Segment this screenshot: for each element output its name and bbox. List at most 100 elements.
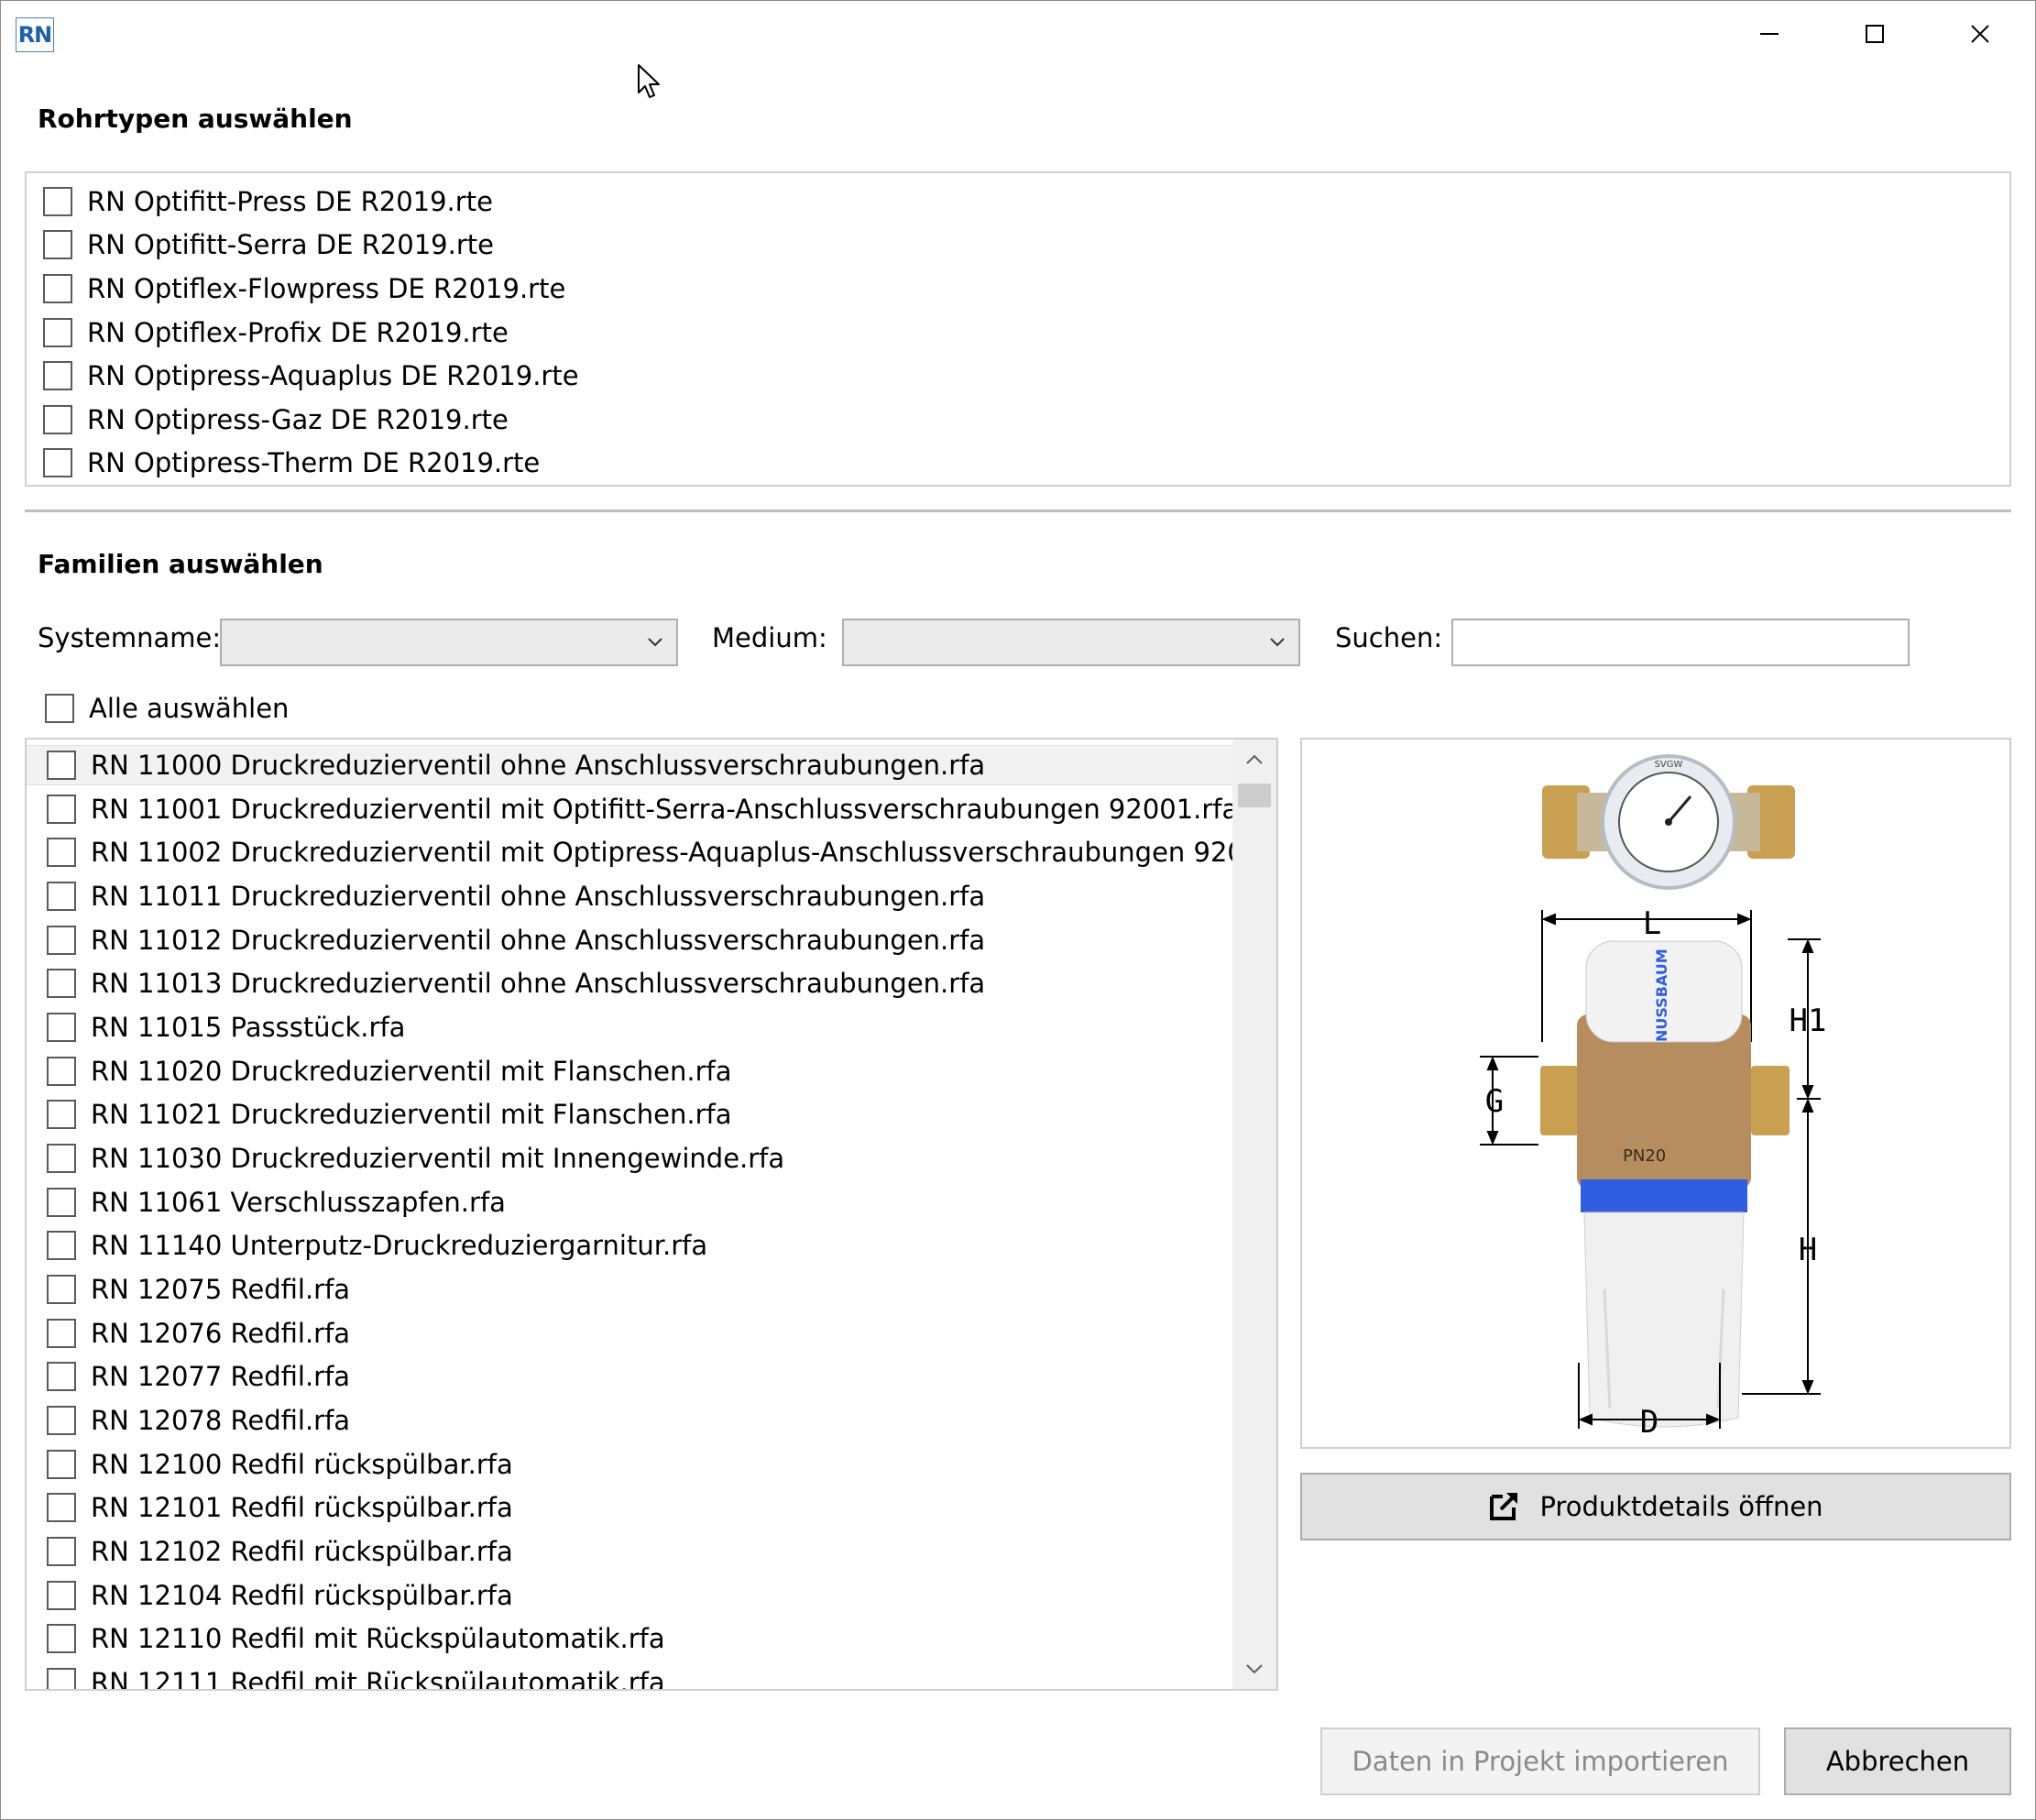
- select-all-label: Alle auswählen: [89, 693, 290, 724]
- family-list-item[interactable]: RN 11015 Passstück.rfa: [27, 1007, 1232, 1047]
- dimension-G-label: G: [1485, 1083, 1504, 1120]
- gauge-brand-text: SVGW: [1655, 760, 1683, 770]
- checkbox[interactable]: [47, 1275, 76, 1304]
- family-list-item[interactable]: RN 12110 Redfil mit Rückspülautomatik.rf…: [27, 1618, 1232, 1659]
- family-list-item[interactable]: RN 11013 Druckreduzierventil ohne Anschl…: [27, 963, 1232, 1003]
- minimize-button[interactable]: [1724, 5, 1815, 63]
- pipe-type-item[interactable]: RN Optifitt-Serra DE R2019.rte: [43, 225, 494, 264]
- systemname-label: Systemname:: [38, 622, 222, 653]
- checkbox[interactable]: [43, 318, 72, 347]
- family-list-item[interactable]: RN 11011 Druckreduzierventil ohne Anschl…: [27, 876, 1232, 916]
- checkbox[interactable]: [47, 1406, 76, 1435]
- family-list-item[interactable]: RN 11002 Druckreduzierventil mit Optipre…: [27, 832, 1232, 872]
- pipe-type-label: RN Optifitt-Serra DE R2019.rte: [87, 229, 494, 260]
- checkbox[interactable]: [47, 751, 76, 780]
- scroll-down-button[interactable]: [1232, 1649, 1276, 1689]
- checkbox[interactable]: [47, 1231, 76, 1260]
- family-list-item[interactable]: RN 11001 Druckreduzierventil mit Optifit…: [27, 789, 1232, 829]
- family-label: RN 12110 Redfil mit Rückspülautomatik.rf…: [91, 1623, 665, 1654]
- checkbox[interactable]: [47, 1188, 76, 1217]
- scroll-thumb[interactable]: [1238, 784, 1271, 807]
- search-label: Suchen:: [1335, 622, 1443, 653]
- family-label: RN 12101 Redfil rückspülbar.rfa: [91, 1492, 513, 1523]
- product-preview: SVGW L NUSSBAUM PN20 H1 G H D: [1300, 738, 2011, 1449]
- checkbox[interactable]: [47, 1537, 76, 1566]
- checkbox[interactable]: [43, 274, 72, 303]
- pipe-type-item[interactable]: RN Optiflex-Profix DE R2019.rte: [43, 313, 509, 352]
- pipe-type-item[interactable]: RN Optipress-Gaz DE R2019.rte: [43, 400, 509, 439]
- family-list-item[interactable]: RN 11140 Unterputz-Druckreduziergarnitur…: [27, 1225, 1232, 1266]
- family-list-item[interactable]: RN 12101 Redfil rückspülbar.rfa: [27, 1487, 1232, 1528]
- medium-label: Medium:: [712, 622, 827, 653]
- family-list-item[interactable]: RN 12102 Redfil rückspülbar.rfa: [27, 1531, 1232, 1572]
- vertical-scrollbar[interactable]: [1232, 740, 1276, 1689]
- checkbox[interactable]: [47, 926, 76, 955]
- family-list[interactable]: RN 11000 Druckreduzierventil ohne Anschl…: [25, 738, 1278, 1691]
- product-image: SVGW L NUSSBAUM PN20 H1 G H D: [1480, 754, 1827, 1441]
- product-details-label: Produktdetails öffnen: [1539, 1491, 1823, 1522]
- chevron-down-icon: [1246, 1664, 1263, 1674]
- maximize-button[interactable]: [1829, 5, 1921, 63]
- checkbox[interactable]: [47, 1057, 76, 1086]
- pipe-types-list: RN Optifitt-Press DE R2019.rte RN Optifi…: [25, 171, 2011, 487]
- checkbox[interactable]: [47, 1624, 76, 1653]
- cancel-button[interactable]: Abbrechen: [1784, 1727, 2011, 1795]
- family-list-item[interactable]: RN 11061 Verschlusszapfen.rfa: [27, 1182, 1232, 1222]
- checkbox[interactable]: [47, 1319, 76, 1348]
- checkbox[interactable]: [47, 1362, 76, 1391]
- pipe-type-item[interactable]: RN Optipress-Aquaplus DE R2019.rte: [43, 356, 579, 395]
- checkbox[interactable]: [43, 361, 72, 390]
- family-list-item[interactable]: RN 12100 Redfil rückspülbar.rfa: [27, 1444, 1232, 1485]
- pipe-type-label: RN Optipress-Therm DE R2019.rte: [87, 447, 541, 478]
- checkbox[interactable]: [43, 405, 72, 434]
- open-external-icon: [1490, 1493, 1518, 1520]
- checkbox[interactable]: [47, 1144, 76, 1173]
- product-details-button[interactable]: Produktdetails öffnen: [1300, 1473, 2011, 1540]
- family-list-item[interactable]: RN 12076 Redfil.rfa: [27, 1313, 1232, 1354]
- family-label: RN 11011 Druckreduzierventil ohne Anschl…: [91, 881, 986, 912]
- family-list-item[interactable]: RN 11021 Druckreduzierventil mit Flansch…: [27, 1094, 1232, 1135]
- dimension-H1-label: H1: [1790, 1003, 1827, 1039]
- brand-text: NUSSBAUM: [1653, 948, 1670, 1042]
- title-bar: RN: [1, 1, 2035, 65]
- family-list-item[interactable]: RN 12078 Redfil.rfa: [27, 1400, 1232, 1441]
- checkbox[interactable]: [47, 1668, 76, 1689]
- checkbox[interactable]: [47, 795, 76, 824]
- family-list-item[interactable]: RN 11020 Druckreduzierventil mit Flansch…: [27, 1051, 1232, 1091]
- family-label: RN 11001 Druckreduzierventil mit Optifit…: [91, 794, 1232, 825]
- family-list-viewport: RN 11000 Druckreduzierventil ohne Anschl…: [27, 740, 1232, 1689]
- select-all-checkbox-row[interactable]: Alle auswählen: [45, 689, 289, 728]
- medium-dropdown[interactable]: [842, 619, 1300, 666]
- checkbox[interactable]: [47, 969, 76, 998]
- pipe-type-item[interactable]: RN Optipress-Therm DE R2019.rte: [43, 444, 540, 482]
- pipe-type-item[interactable]: RN Optiflex-Flowpress DE R2019.rte: [43, 269, 565, 308]
- checkbox[interactable]: [43, 187, 72, 216]
- family-list-item[interactable]: RN 12075 Redfil.rfa: [27, 1269, 1232, 1310]
- systemname-dropdown[interactable]: [220, 619, 678, 666]
- checkbox[interactable]: [47, 1581, 76, 1610]
- filter-body: NUSSBAUM PN20: [1540, 940, 1790, 1428]
- family-list-item[interactable]: RN 11030 Druckreduzierventil mit Innenge…: [27, 1138, 1232, 1179]
- family-list-item[interactable]: RN 12077 Redfil.rfa: [27, 1356, 1232, 1397]
- pipe-type-label: RN Optifitt-Press DE R2019.rte: [87, 186, 493, 217]
- family-list-item[interactable]: RN 11012 Druckreduzierventil ohne Anschl…: [27, 920, 1232, 960]
- checkbox[interactable]: [47, 1013, 76, 1042]
- scroll-up-button[interactable]: [1232, 740, 1276, 780]
- checkbox[interactable]: [47, 1100, 76, 1129]
- checkbox[interactable]: [43, 230, 72, 259]
- close-button[interactable]: [1934, 5, 2026, 63]
- family-label: RN 11020 Druckreduzierventil mit Flansch…: [91, 1056, 732, 1087]
- select-all-checkbox[interactable]: [45, 694, 74, 723]
- checkbox[interactable]: [47, 882, 76, 911]
- checkbox[interactable]: [43, 448, 72, 477]
- family-label: RN 12102 Redfil rückspülbar.rfa: [91, 1536, 513, 1567]
- import-data-button[interactable]: Daten in Projekt importieren: [1320, 1727, 1760, 1795]
- family-list-item[interactable]: RN 11000 Druckreduzierventil ohne Anschl…: [27, 745, 1232, 785]
- family-list-item[interactable]: RN 12104 Redfil rückspülbar.rfa: [27, 1575, 1232, 1616]
- checkbox[interactable]: [47, 1450, 76, 1479]
- checkbox[interactable]: [47, 1493, 76, 1522]
- search-input[interactable]: [1451, 619, 1910, 666]
- checkbox[interactable]: [47, 838, 76, 867]
- family-list-item[interactable]: RN 12111 Redfil mit Rückspülautomatik.rf…: [27, 1662, 1232, 1689]
- pipe-type-item[interactable]: RN Optifitt-Press DE R2019.rte: [43, 182, 493, 221]
